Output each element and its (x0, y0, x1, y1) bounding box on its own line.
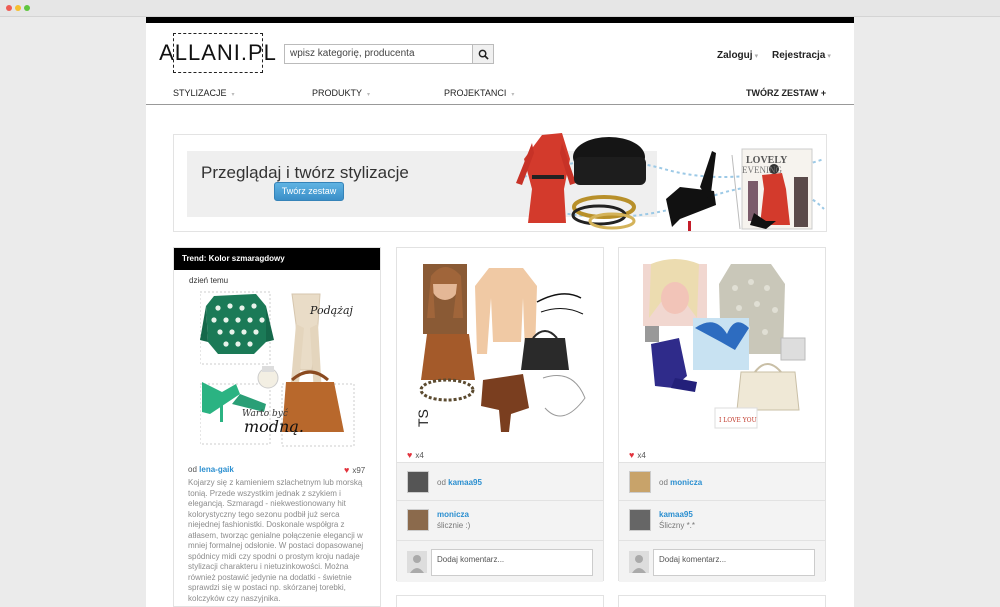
add-comment-section: Dodaj komentarz... (397, 540, 603, 582)
chevron-down-icon: ▾ (754, 53, 759, 60)
maximize-dot-icon[interactable] (24, 5, 30, 11)
outfit-collage-image[interactable]: I LOVE YOU (635, 258, 811, 438)
outfit-card-next[interactable] (618, 595, 826, 607)
outfit-card[interactable]: I LOVE YOU ♥ x4 od monicza kamaa95 Śliczn… (618, 247, 826, 582)
comment-section: kamaa95 Śliczny *.* (619, 500, 825, 540)
commenter-link[interactable]: kamaa95 (659, 510, 693, 519)
svg-text:TS: TS (415, 409, 431, 427)
trend-collage-image[interactable]: Podążaj za trendami! Warto być modną. (200, 284, 356, 454)
trend-title: Trend: Kolor szmaragdowy (174, 248, 380, 270)
heart-icon: ♥ (344, 465, 350, 475)
avatar[interactable] (407, 471, 429, 493)
outfit-card-next[interactable] (396, 595, 604, 607)
add-comment-section: Dodaj komentarz... (619, 540, 825, 582)
top-bar (146, 17, 854, 23)
trend-author: od lena-gaik (188, 465, 234, 474)
author-section: od kamaa95 (397, 462, 603, 500)
chevron-down-icon: ▾ (827, 53, 831, 60)
author-name: monicza (670, 478, 703, 487)
user-placeholder-icon (407, 551, 427, 573)
svg-text:EVENING: EVENING (742, 165, 782, 175)
author-name: kamaa95 (448, 478, 482, 487)
commenter-link[interactable]: monicza (437, 510, 469, 519)
heart-icon: ♥ (629, 450, 635, 460)
create-set-link[interactable]: TWÓRZ ZESTAW + (746, 88, 826, 98)
login-link[interactable]: Zaloguj ▾ (717, 50, 758, 61)
comment-text: ślicznie :) (437, 521, 471, 530)
avatar[interactable] (629, 471, 651, 493)
nav-item-produkty[interactable]: PRODUKTY ▾ (312, 88, 370, 98)
register-link[interactable]: Rejestracja ▾ (772, 50, 831, 61)
comment-text: Śliczny *.* (659, 521, 696, 530)
like-button[interactable]: ♥ x4 (629, 450, 646, 460)
chevron-down-icon: ▾ (231, 92, 235, 98)
user-placeholder-icon (629, 551, 649, 573)
nav-label: STYLIZACJE (173, 88, 227, 98)
close-dot-icon[interactable] (6, 5, 12, 11)
browser-chrome (0, 0, 1000, 17)
banner-fashion-image: LOVELY EVENING (516, 133, 825, 231)
author-link[interactable]: lena-gaik (199, 465, 234, 474)
avatar[interactable] (629, 509, 651, 531)
hero-banner: Przeglądaj i twórz stylizacje Twórz zest… (173, 133, 827, 232)
like-count: x97 (352, 466, 366, 475)
chevron-down-icon: ▾ (367, 92, 371, 98)
search-button[interactable] (472, 44, 494, 64)
search-input[interactable]: wpisz kategorię, producenta (284, 44, 492, 64)
like-button[interactable]: ♥ x4 (407, 450, 424, 460)
like-count: x4 (415, 451, 424, 460)
trend-description: Kojarzy się z kamieniem szlachetnym lub … (188, 478, 364, 603)
like-button[interactable]: ♥ x97 (344, 465, 365, 475)
trend-card[interactable]: Trend: Kolor szmaragdowy dzień temu Podą… (173, 247, 381, 607)
collage-text: modną. (244, 417, 304, 436)
author-prefix: od (437, 478, 446, 487)
author-link[interactable]: od kamaa95 (437, 478, 482, 487)
login-label: Zaloguj (717, 50, 753, 61)
comment-section: monicza ślicznie :) (397, 500, 603, 540)
comment-input[interactable]: Dodaj komentarz... (431, 549, 593, 576)
nav-item-stylizacje[interactable]: STYLIZACJE ▾ (173, 88, 235, 98)
nav-label: PROJEKTANCI (444, 88, 507, 98)
outfit-collage-image[interactable]: TS (413, 258, 589, 438)
chevron-down-icon: ▾ (511, 92, 515, 98)
author-section: od monicza (619, 462, 825, 500)
register-label: Rejestracja (772, 50, 826, 61)
minimize-dot-icon[interactable] (15, 5, 21, 11)
page: ALLANI.PL wpisz kategorię, producenta Za… (146, 17, 854, 607)
heart-icon: ♥ (407, 450, 413, 460)
avatar[interactable] (407, 509, 429, 531)
collage-text: Podążaj za trendami! (309, 304, 356, 317)
author-prefix: od (188, 465, 197, 474)
banner-title: Przeglądaj i twórz stylizacje (201, 163, 409, 182)
nav-label: PRODUKTY (312, 88, 363, 98)
author-link[interactable]: od monicza (659, 478, 702, 487)
outfit-card[interactable]: TS ♥ x4 od kamaa95 monicza ślicznie :) Do… (396, 247, 604, 582)
main-nav: STYLIZACJE ▾ PRODUKTY ▾ PROJEKTANCI ▾ TWÓRZ… (146, 87, 854, 105)
logo[interactable]: ALLANI.PL (159, 33, 276, 73)
comment-input[interactable]: Dodaj komentarz... (653, 549, 815, 576)
collage-text: I LOVE YOU (719, 417, 757, 424)
author-prefix: od (659, 478, 668, 487)
search-icon (478, 49, 489, 60)
nav-item-projektanci[interactable]: PROJEKTANCI ▾ (444, 88, 514, 98)
like-count: x4 (637, 451, 646, 460)
create-set-button[interactable]: Twórz zestaw (274, 182, 344, 201)
